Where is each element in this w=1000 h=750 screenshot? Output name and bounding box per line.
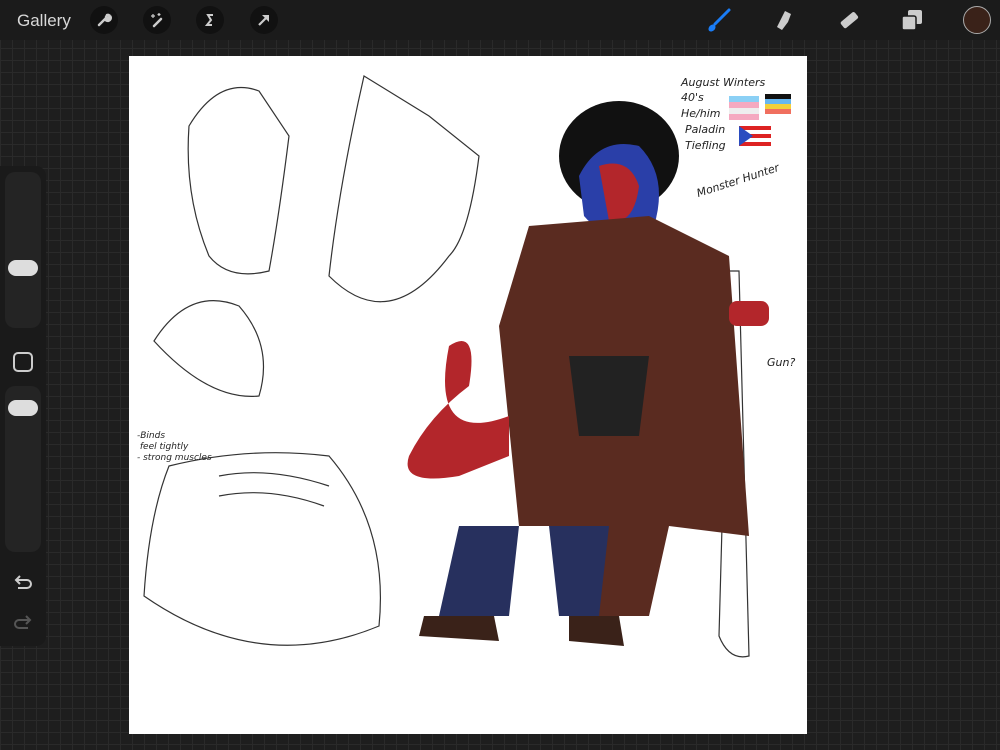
magic-wand-icon xyxy=(151,13,163,28)
modify-button[interactable] xyxy=(13,352,33,372)
smudge-button[interactable] xyxy=(769,6,797,34)
opacity-thumb[interactable] xyxy=(8,400,38,416)
move-arrow-icon xyxy=(258,15,269,26)
note-name: August Winters xyxy=(681,76,766,89)
smudge-icon xyxy=(777,11,791,30)
puerto-rico-flag xyxy=(739,126,771,146)
wrench-icon xyxy=(97,13,112,27)
note-sketch: -Binds feel tightly - strong muscles xyxy=(137,431,212,463)
note-age: 40's xyxy=(681,91,704,104)
undo-button[interactable] xyxy=(11,571,35,595)
transform-button[interactable] xyxy=(250,6,278,34)
drawing-canvas[interactable]: August Winters 40's He/him Paladin Tiefl… xyxy=(129,56,807,734)
redo-icon xyxy=(14,615,32,629)
layers-icon xyxy=(901,10,922,31)
artwork xyxy=(143,75,791,658)
eraser-icon xyxy=(840,12,859,29)
gallery-button[interactable]: Gallery xyxy=(17,11,71,31)
color-picker-button[interactable] xyxy=(963,6,991,34)
brush-icon xyxy=(708,8,731,32)
brush-size-thumb[interactable] xyxy=(8,260,38,276)
brush-button[interactable] xyxy=(705,6,733,34)
eraser-button[interactable] xyxy=(834,6,862,34)
trans-flag xyxy=(729,96,759,120)
note-class: Paladin xyxy=(685,123,726,136)
note-gun: Gun? xyxy=(767,356,796,369)
pride-flag xyxy=(765,94,791,114)
adjustments-button[interactable] xyxy=(143,6,171,34)
selection-button[interactable] xyxy=(196,6,224,34)
brush-size-slider[interactable] xyxy=(5,172,41,328)
layers-button[interactable] xyxy=(898,6,926,34)
opacity-slider[interactable] xyxy=(5,386,41,552)
note-pronouns: He/him xyxy=(681,107,721,120)
note-race: Tiefling xyxy=(685,139,726,152)
undo-icon xyxy=(14,575,32,589)
selection-icon xyxy=(204,14,213,26)
actions-button[interactable] xyxy=(90,6,118,34)
sidebar xyxy=(0,166,46,646)
top-toolbar: Gallery xyxy=(0,0,1000,40)
redo-button[interactable] xyxy=(11,611,35,635)
